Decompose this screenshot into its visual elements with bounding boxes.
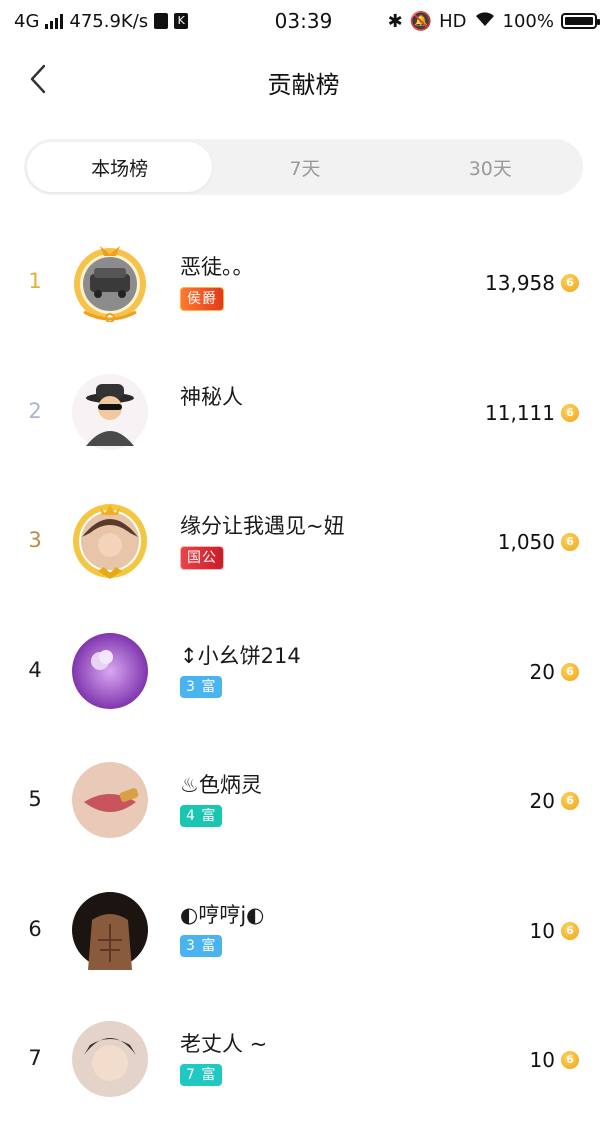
tab-current-session[interactable]: 本场榜	[27, 142, 213, 192]
coin-icon: 6	[561, 403, 579, 422]
avatar[interactable]	[70, 890, 150, 970]
coin-icon: 6	[561, 533, 579, 551]
contribution-score: 13,958 6	[485, 271, 579, 295]
rank-number: 1	[28, 269, 42, 293]
list-item[interactable]: 6 ◐哼哼j◐ 3 富 10 6	[0, 865, 607, 995]
user-name: ♨色炳灵	[180, 773, 262, 797]
score-value: 13,958	[485, 271, 555, 295]
gold-frame-avatar-car-icon	[74, 246, 146, 323]
list-item[interactable]: 5 ♨色炳灵 4 富 20 6	[0, 735, 607, 865]
contribution-score: 1,050 6	[498, 530, 579, 554]
list-item[interactable]: 7 老丈人 ~ 7 富 10 6	[0, 994, 607, 1124]
hd-label: HD	[439, 10, 467, 32]
list-item[interactable]: 3 缘分让我遇见~妞 国公 1,050 6	[0, 476, 607, 606]
avatar[interactable]	[70, 760, 150, 840]
coin-icon: 6	[561, 1051, 579, 1069]
crown-frame-avatar-portrait-icon	[73, 504, 147, 579]
mute-icon: 🔕	[409, 10, 433, 32]
contribution-score: 20 6	[530, 660, 579, 684]
period-tabs: 本场榜 7天 30天	[24, 139, 583, 195]
wifi-icon	[474, 11, 496, 32]
rank-number: 4	[28, 657, 42, 682]
user-name: 恶徒。。	[180, 255, 254, 279]
signal-icon	[45, 13, 64, 29]
status-bar: 4G 475.9K/s K 03:39 ✱ 🔕 HD 100%	[0, 0, 607, 42]
list-item[interactable]: 4 ↕小幺饼214 3 富 20 6	[0, 606, 607, 736]
contribution-score: 10 6	[530, 919, 579, 943]
user-name: 老丈人 ~	[180, 1032, 268, 1056]
battery-percent: 100%	[502, 10, 554, 32]
coin-icon: 6	[561, 274, 579, 292]
avatar[interactable]	[70, 372, 150, 452]
tab-30-days[interactable]: 30天	[398, 139, 583, 195]
nav-bar: 贡献榜	[0, 50, 607, 110]
rank-number: 2	[28, 398, 42, 423]
avatar[interactable]	[70, 1019, 150, 1099]
wealth-level-badge: 4 富	[180, 805, 223, 827]
score-value: 20	[529, 789, 555, 813]
lips-avatar-icon	[72, 762, 148, 838]
contribution-score: 11,111 6	[485, 401, 579, 425]
avatar[interactable]	[70, 501, 150, 581]
score-value: 10	[529, 1048, 555, 1072]
network-speed: 475.9K/s	[69, 10, 149, 32]
coin-icon: 6	[561, 662, 579, 681]
network-label: 4G	[14, 10, 40, 32]
list-item[interactable]: 2 神秘人 11,111 6	[0, 347, 607, 477]
rank-number: 7	[28, 1046, 42, 1070]
user-name: ↕小幺饼214	[180, 643, 301, 668]
user-name: 神秘人	[180, 384, 243, 409]
portrait-avatar-icon	[72, 1021, 148, 1097]
rank-number: 3	[28, 528, 42, 552]
app-notification-icon: K	[174, 13, 189, 29]
contribution-list: 1 恶徒。。 侯爵 13,958 6 2 神秘人 11,111 6 3 缘分让我…	[0, 217, 607, 1124]
user-name: ◐哼哼j◐	[180, 902, 265, 927]
mystery-man-avatar-icon	[72, 373, 148, 450]
bluetooth-icon: ✱	[387, 10, 403, 32]
wealth-level-badge: 7 富	[180, 1064, 223, 1086]
rank-number: 6	[28, 916, 42, 941]
avatar[interactable]	[70, 631, 150, 711]
page-title: 贡献榜	[267, 71, 340, 99]
torso-avatar-icon	[72, 891, 148, 970]
rank-number: 5	[28, 787, 42, 811]
noble-badge: 国公	[180, 546, 224, 570]
noble-badge: 侯爵	[180, 287, 224, 311]
purple-flower-avatar-icon	[72, 632, 148, 709]
battery-icon	[561, 13, 600, 29]
wealth-level-badge: 3 富	[180, 675, 223, 698]
tab-7-days[interactable]: 7天	[212, 139, 397, 195]
score-value: 1,050	[497, 530, 555, 554]
coin-icon: 6	[561, 792, 579, 810]
battery-saver-icon	[154, 13, 169, 29]
score-value: 20	[529, 659, 555, 684]
coin-icon: 6	[561, 921, 579, 940]
score-value: 11,111	[485, 400, 555, 425]
user-name: 缘分让我遇见~妞	[180, 514, 345, 538]
list-item[interactable]: 1 恶徒。。 侯爵 13,958 6	[0, 217, 607, 347]
wealth-level-badge: 3 富	[180, 934, 223, 957]
avatar[interactable]	[70, 242, 150, 323]
contribution-score: 10 6	[530, 1048, 579, 1072]
contribution-score: 20 6	[530, 789, 579, 813]
score-value: 10	[529, 918, 555, 943]
